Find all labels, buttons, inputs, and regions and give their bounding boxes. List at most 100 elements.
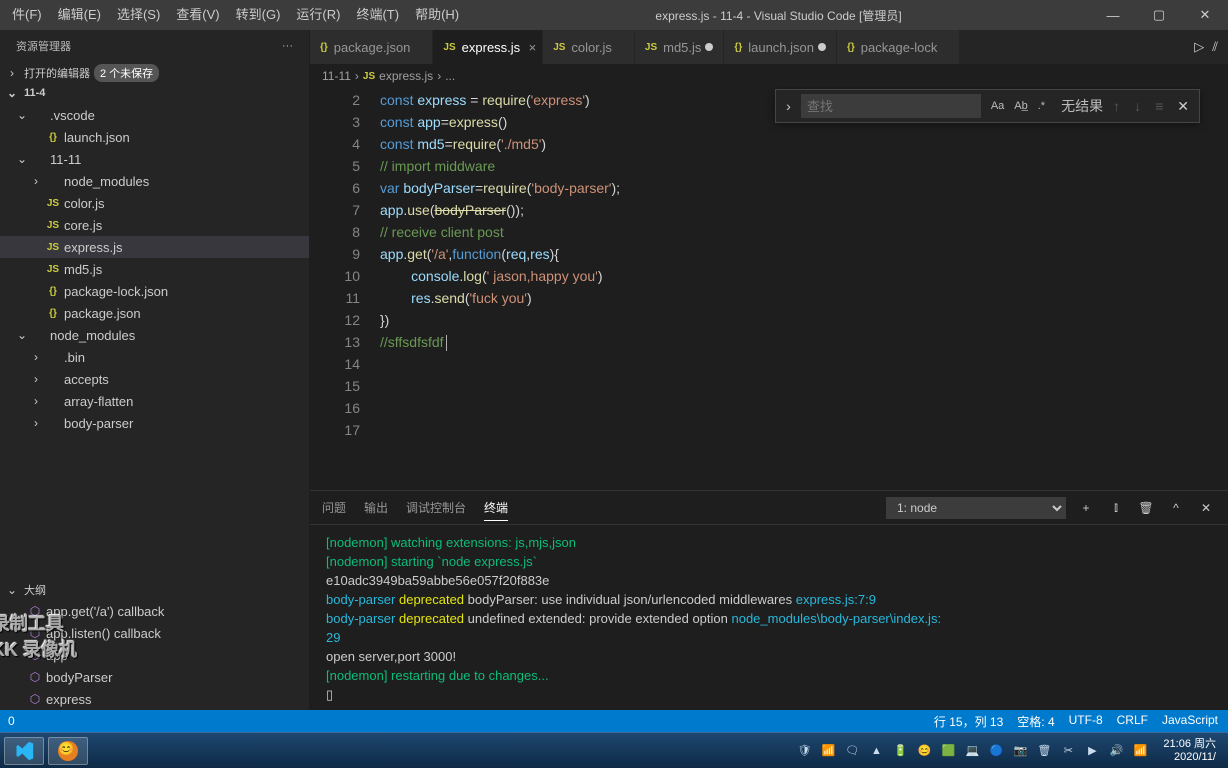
breadcrumb[interactable]: 11-11› JS express.js› ... <box>310 65 1228 87</box>
tray-icon[interactable]: 🔊 <box>1107 744 1125 757</box>
menu-item[interactable]: 终端(T) <box>348 0 407 30</box>
file-tree: ⌄.vscode{}launch.json⌄11-11›node_modules… <box>0 102 309 580</box>
find-option[interactable]: .* <box>1034 98 1049 114</box>
more-icon[interactable]: ··· <box>282 40 293 52</box>
find-prev-icon[interactable]: ↑ <box>1109 98 1124 114</box>
menu-item[interactable]: 选择(S) <box>109 0 168 30</box>
tray-icon[interactable]: 🗑 <box>1035 744 1053 757</box>
breadcrumb-file[interactable]: express.js <box>379 69 433 83</box>
breadcrumb-folder[interactable]: 11-11 <box>322 69 351 83</box>
menu-item[interactable]: 帮助(H) <box>407 0 467 30</box>
windows-taskbar: 😊 🛡 📶 🗨 ▲ 🔋 😊 🟩 💻 🔵 📷 🗑 ✂ ▶ 🔊 📶 21:06 周六… <box>0 732 1228 768</box>
tree-item[interactable]: {}launch.json <box>0 126 309 148</box>
close-panel-icon[interactable]: ✕ <box>1196 501 1216 515</box>
terminal-output[interactable]: [nodemon] watching extensions: js,mjs,js… <box>310 525 1228 710</box>
menu-item[interactable]: 编辑(E) <box>50 0 109 30</box>
code-editor[interactable]: 234567891011121314151617 const express =… <box>310 87 1228 490</box>
open-editors-label[interactable]: 打开的编辑器 <box>24 65 90 81</box>
tray-icon[interactable]: 🗨 <box>843 744 861 757</box>
kill-terminal-icon[interactable]: 🗑 <box>1136 501 1156 515</box>
chevron-down-icon[interactable]: ⌄ <box>4 86 20 100</box>
status-item[interactable]: JavaScript <box>1162 713 1218 730</box>
tree-item[interactable]: ⌄node_modules <box>0 324 309 346</box>
menu-item[interactable]: 转到(G) <box>228 0 289 30</box>
outline-item[interactable]: ⬡bodyParser <box>0 666 309 688</box>
find-option[interactable]: Aa <box>987 98 1008 114</box>
tray-icon[interactable]: 🟩 <box>939 744 957 757</box>
tray-icon[interactable]: 📶 <box>819 744 837 757</box>
taskbar-clock[interactable]: 21:06 周六 2020/11/ <box>1155 738 1224 764</box>
close-tab-icon[interactable]: × <box>529 40 537 55</box>
editor-tab[interactable]: {}launch.json <box>724 30 837 65</box>
status-item[interactable]: UTF-8 <box>1069 713 1103 730</box>
tree-item[interactable]: ›array-flatten <box>0 390 309 412</box>
find-option[interactable]: Ab̲ <box>1010 98 1031 114</box>
terminal-select[interactable]: 1: node <box>886 497 1066 519</box>
status-item[interactable]: CRLF <box>1117 713 1148 730</box>
panel-tab[interactable]: 输出 <box>364 495 388 520</box>
status-item[interactable]: 行 15，列 13 <box>934 713 1003 730</box>
editor-tab[interactable]: JScolor.js <box>543 30 635 65</box>
close-button[interactable]: ✕ <box>1182 0 1228 30</box>
split-icon[interactable]: ⫽ <box>1212 39 1218 55</box>
tree-item[interactable]: ⌄.vscode <box>0 104 309 126</box>
maximize-panel-icon[interactable]: ^ <box>1166 501 1186 515</box>
find-selection-icon[interactable]: ≡ <box>1151 98 1167 114</box>
maximize-button[interactable]: ▢ <box>1136 0 1182 30</box>
tray-icon[interactable]: 😊 <box>915 744 933 757</box>
tree-item[interactable]: ›node_modules <box>0 170 309 192</box>
code-content[interactable]: const express = require('express')const … <box>380 87 1228 490</box>
find-next-icon[interactable]: ↓ <box>1130 98 1145 114</box>
tree-item[interactable]: {}package-lock.json <box>0 280 309 302</box>
tree-item[interactable]: JScolor.js <box>0 192 309 214</box>
outline-item[interactable]: ⬡express <box>0 688 309 710</box>
root-folder[interactable]: 11-4 <box>24 87 45 99</box>
tree-item[interactable]: ›.bin <box>0 346 309 368</box>
tray-icon[interactable]: 🛡 <box>795 744 813 757</box>
tree-label: .vscode <box>50 108 95 123</box>
tray-icon[interactable]: ▲ <box>867 745 885 757</box>
panel-tab[interactable]: 终端 <box>484 495 508 521</box>
editor-tab[interactable]: {}package.json <box>310 30 433 65</box>
minimize-button[interactable]: — <box>1090 0 1136 30</box>
tray-icon[interactable]: 📷 <box>1011 744 1029 757</box>
tray-icon[interactable]: ✂ <box>1059 744 1077 757</box>
tree-item[interactable]: JScore.js <box>0 214 309 236</box>
chevron-right-icon[interactable]: › <box>4 66 20 80</box>
tree-item[interactable]: JSexpress.js <box>0 236 309 258</box>
editor-tab[interactable]: {}package-lock <box>837 30 960 65</box>
panel-tab[interactable]: 问题 <box>322 495 346 520</box>
panel-tab[interactable]: 调试控制台 <box>406 495 466 520</box>
tree-item[interactable]: {}package.json <box>0 302 309 324</box>
find-close-icon[interactable]: ✕ <box>1173 94 1193 119</box>
tree-label: package-lock.json <box>64 284 168 299</box>
menu-item[interactable]: 件(F) <box>4 0 50 30</box>
tray-icon[interactable]: 🔋 <box>891 744 909 757</box>
run-icon[interactable]: ▷ <box>1194 39 1204 55</box>
editor-tab[interactable]: JSmd5.js <box>635 30 725 65</box>
editor-tab[interactable]: JSexpress.js× <box>433 30 543 65</box>
find-expand-icon[interactable]: › <box>782 94 795 118</box>
tree-item[interactable]: ⌄11-11 <box>0 148 309 170</box>
menu-item[interactable]: 查看(V) <box>168 0 227 30</box>
minimap[interactable] <box>1208 87 1228 490</box>
find-input[interactable] <box>801 94 981 118</box>
breadcrumb-more[interactable]: ... <box>445 69 455 83</box>
tray-icon[interactable]: ▶ <box>1083 744 1101 757</box>
tree-item[interactable]: JSmd5.js <box>0 258 309 280</box>
app-taskbar-icon[interactable]: 😊 <box>48 737 88 765</box>
tree-item[interactable]: ›body-parser <box>0 412 309 434</box>
vscode-taskbar-icon[interactable] <box>4 737 44 765</box>
status-left[interactable]: 0 <box>0 714 23 728</box>
outline-label[interactable]: 大纲 <box>24 582 46 598</box>
tray-icon[interactable]: 📶 <box>1131 744 1149 757</box>
js-icon: JS <box>44 198 62 209</box>
chevron-down-icon[interactable]: ⌄ <box>4 583 20 597</box>
status-item[interactable]: 空格: 4 <box>1017 713 1054 730</box>
split-terminal-icon[interactable]: ⫾ <box>1106 500 1126 515</box>
tree-item[interactable]: ›accepts <box>0 368 309 390</box>
tray-icon[interactable]: 🔵 <box>987 744 1005 757</box>
tray-icon[interactable]: 💻 <box>963 744 981 757</box>
new-terminal-icon[interactable]: + <box>1076 501 1096 515</box>
menu-item[interactable]: 运行(R) <box>288 0 348 30</box>
